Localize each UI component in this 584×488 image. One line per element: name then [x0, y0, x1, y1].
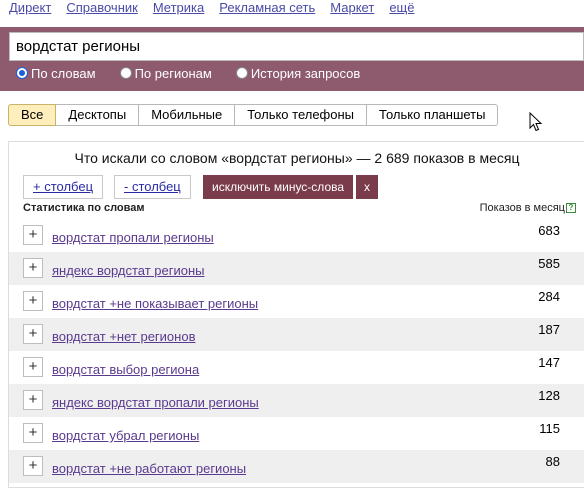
radio-query-history[interactable]: История запросов: [235, 65, 361, 81]
tab-mobile[interactable]: Мобильные: [139, 104, 236, 126]
phrase-link[interactable]: вордстат +нет регионов: [52, 329, 195, 344]
add-phrase-button[interactable]: +: [23, 324, 43, 344]
radio-selected-icon: [16, 67, 28, 79]
mouse-cursor-icon: [529, 112, 543, 132]
radio-by-regions[interactable]: По регионам: [119, 65, 212, 81]
nav-direct[interactable]: Директ: [9, 0, 51, 16]
table-row: + яндекс вордстат пропали регионы 128: [9, 384, 584, 417]
table-row: + вордстат +нет регионов 187: [9, 318, 584, 351]
table-row: + вордстат +не работают регионы 88: [9, 450, 584, 483]
tab-phones-only[interactable]: Только телефоны: [235, 104, 368, 126]
nav-more[interactable]: ещё: [389, 0, 414, 16]
add-phrase-button[interactable]: +: [23, 456, 43, 476]
radio-by-words[interactable]: По словам: [16, 66, 96, 81]
nav-ad-network[interactable]: Рекламная сеть: [219, 0, 315, 16]
phrase-link[interactable]: вордстат +не показывает регионы: [52, 296, 258, 311]
remove-column-label: - столбец: [124, 179, 181, 194]
impressions-count: 128: [538, 388, 560, 403]
column-header-count-label: Показов в месяц: [479, 202, 565, 214]
add-phrase-button[interactable]: +: [23, 423, 43, 443]
phrase-link[interactable]: яндекс вордстат пропали регионы: [52, 395, 259, 410]
add-column-label: + столбец: [33, 179, 94, 194]
tab-all[interactable]: Все: [8, 104, 57, 126]
column-header-count: Показов в месяц?: [480, 202, 576, 214]
device-tabs: Все Десктопы Мобильные Только телефоны Т…: [8, 104, 499, 126]
table-row: + вордстат выбор региона 147: [9, 351, 584, 384]
phrase-link[interactable]: вордстат пропали регионы: [52, 230, 214, 245]
remove-column-button[interactable]: - столбец: [114, 175, 191, 199]
nav-market[interactable]: Маркет: [330, 0, 374, 16]
nav-metrika[interactable]: Метрика: [153, 0, 204, 16]
column-header-phrase: Статистика по словам: [23, 202, 145, 214]
close-button[interactable]: x: [356, 175, 378, 199]
phrase-link[interactable]: вордстат +не работают регионы: [52, 461, 246, 476]
table-row: + яндекс вордстат регионы 585: [9, 252, 584, 285]
radio-empty-icon: [235, 67, 248, 79]
add-phrase-button[interactable]: +: [23, 291, 43, 311]
add-phrase-button[interactable]: +: [23, 258, 43, 278]
add-phrase-button[interactable]: +: [23, 357, 43, 377]
add-phrase-button[interactable]: +: [23, 225, 43, 245]
exclude-minus-words-button[interactable]: исключить минус-слова: [203, 175, 354, 199]
phrase-link[interactable]: яндекс вордстат регионы: [52, 263, 205, 278]
impressions-count: 683: [538, 223, 560, 238]
tab-tablets-only[interactable]: Только планшеты: [367, 104, 499, 126]
add-phrase-button[interactable]: +: [23, 390, 43, 410]
phrase-link[interactable]: вордстат выбор региона: [52, 362, 199, 377]
tab-desktops[interactable]: Десктопы: [56, 104, 140, 126]
table-row: + вордстат +не показывает регионы 284: [9, 285, 584, 318]
results-panel: Что искали со словом «вордстат регионы» …: [8, 141, 584, 488]
impressions-count: 284: [538, 289, 560, 304]
impressions-count: 187: [538, 322, 560, 337]
impressions-count: 88: [545, 454, 560, 469]
radio-query-history-label: История запросов: [250, 65, 361, 81]
impressions-count: 585: [538, 256, 560, 271]
results-title: Что искали со словом «вордстат регионы» …: [74, 150, 520, 166]
impressions-count: 115: [539, 421, 560, 436]
impressions-count: 147: [538, 355, 560, 370]
phrase-link[interactable]: вордстат убрал регионы: [52, 428, 199, 443]
table-row: + вордстат пропали регионы 683: [9, 219, 584, 252]
radio-by-regions-label: По регионам: [134, 65, 212, 81]
search-input[interactable]: [9, 32, 584, 61]
top-navigation: Директ Справочник Метрика Рекламная сеть Мар…: [0, 0, 584, 26]
table-row: + вордстат убрал регионы 115: [9, 417, 584, 450]
results-table: + вордстат пропали регионы 683 + яндекс …: [9, 219, 584, 483]
add-column-button[interactable]: + столбец: [23, 175, 104, 199]
radio-by-words-label: По словам: [31, 65, 96, 81]
nav-reference[interactable]: Справочник: [66, 0, 138, 16]
help-icon[interactable]: ?: [566, 203, 576, 214]
search-band: По словам По регионам История запросов: [0, 27, 584, 91]
search-mode-group: По словам По регионам История запросов: [16, 63, 384, 83]
radio-empty-icon: [119, 67, 132, 79]
